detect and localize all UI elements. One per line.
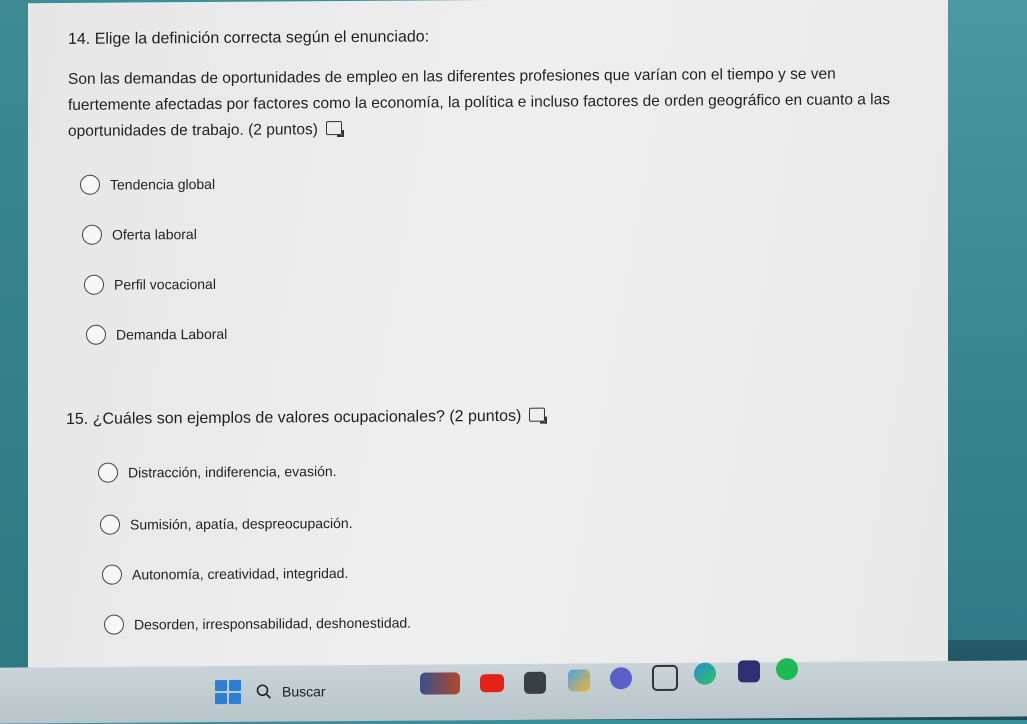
q14-option-3[interactable]: Perfil vocacional — [84, 274, 216, 295]
option-label: Distracción, indiferencia, evasión. — [128, 463, 337, 481]
form-panel: 14. Elige la definición correcta según e… — [28, 0, 948, 672]
youtube-button[interactable] — [480, 674, 504, 693]
xbox-icon — [738, 660, 760, 683]
radio-button[interactable] — [98, 462, 118, 483]
youtube-icon — [480, 674, 504, 693]
spotify-icon — [776, 658, 798, 681]
steam-button[interactable] — [652, 664, 678, 692]
search-label: Buscar — [282, 683, 326, 700]
widget-icon — [420, 672, 460, 695]
question-14-title: 14. Elige la definición correcta según e… — [68, 28, 430, 48]
steam-icon — [652, 664, 678, 692]
question-15: 15. ¿Cuáles son ejemplos de valores ocup… — [66, 407, 546, 429]
radio-button[interactable] — [102, 564, 122, 585]
immersive-reader-icon[interactable] — [529, 407, 546, 422]
radio-button[interactable] — [104, 614, 124, 635]
teams-icon — [610, 667, 632, 690]
q15-option-1[interactable]: Distracción, indiferencia, evasión. — [98, 461, 337, 483]
question-14-body: Son las demandas de oportunidades de emp… — [68, 61, 898, 145]
widget-button[interactable] — [420, 672, 460, 695]
q14-option-4[interactable]: Demanda Laboral — [86, 324, 227, 345]
option-label: Oferta laboral — [112, 226, 197, 243]
paint-button[interactable] — [568, 669, 590, 692]
start-button[interactable] — [215, 679, 241, 705]
radio-button[interactable] — [82, 224, 102, 245]
option-label: Sumisión, apatía, despreocupación. — [130, 514, 353, 533]
edge-icon — [694, 662, 716, 685]
taskbar-search[interactable]: Buscar — [256, 683, 326, 700]
question-14-statement: Son las demandas de oportunidades de emp… — [68, 65, 890, 140]
xbox-button[interactable] — [738, 660, 760, 683]
windows-start-icon — [215, 679, 241, 705]
option-label: Autonomía, creatividad, integridad. — [132, 564, 349, 583]
edge-button[interactable] — [694, 662, 716, 685]
q14-option-2[interactable]: Oferta laboral — [82, 224, 197, 245]
question-15-title-text: 15. ¿Cuáles son ejemplos de valores ocup… — [66, 407, 522, 428]
question-15-title: 15. ¿Cuáles son ejemplos de valores ocup… — [66, 407, 546, 429]
option-label: Demanda Laboral — [116, 325, 228, 343]
radio-button[interactable] — [100, 514, 120, 535]
search-icon — [256, 684, 272, 699]
q15-option-4[interactable]: Desorden, irresponsabilidad, deshonestid… — [104, 613, 411, 635]
q15-option-2[interactable]: Sumisión, apatía, despreocupación. — [100, 513, 353, 535]
desktop-background-right — [937, 0, 1027, 640]
taskbar: Buscar — [0, 658, 1027, 724]
q14-option-1[interactable]: Tendencia global — [80, 174, 215, 195]
spotify-button[interactable] — [776, 658, 798, 681]
radio-button[interactable] — [84, 274, 104, 295]
option-label: Desorden, irresponsabilidad, deshonestid… — [134, 614, 412, 633]
paint-icon — [568, 669, 590, 692]
immersive-reader-icon[interactable] — [325, 121, 342, 136]
option-label: Perfil vocacional — [114, 275, 216, 293]
radio-button[interactable] — [80, 174, 100, 195]
q15-option-3[interactable]: Autonomía, creatividad, integridad. — [102, 563, 348, 585]
calculator-icon — [524, 671, 546, 694]
radio-button[interactable] — [86, 324, 106, 345]
teams-button[interactable] — [610, 667, 632, 690]
calculator-button[interactable] — [524, 671, 546, 694]
question-14: 14. Elige la definición correcta según e… — [68, 25, 898, 145]
option-label: Tendencia global — [110, 175, 216, 193]
